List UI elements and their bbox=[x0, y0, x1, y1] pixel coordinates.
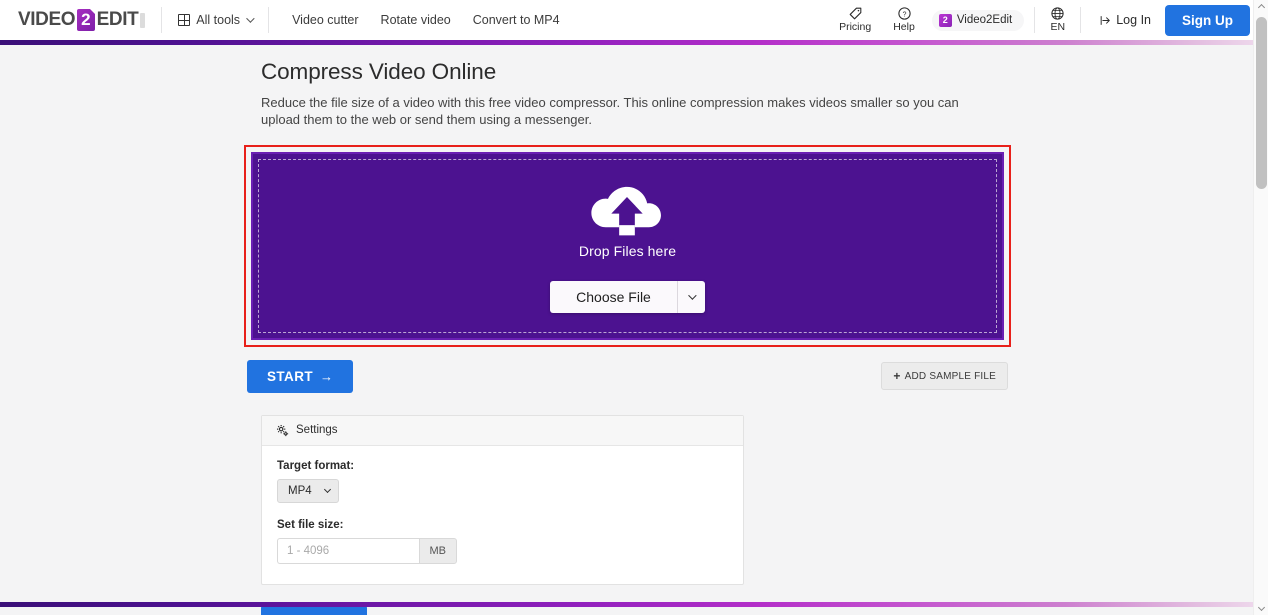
account-badge[interactable]: 2 Video2Edit bbox=[931, 9, 1025, 31]
chevron-up-icon bbox=[1257, 3, 1265, 12]
scrollbar-down-arrow[interactable] bbox=[1254, 600, 1268, 615]
add-sample-file-label: ADD SAMPLE FILE bbox=[904, 370, 996, 382]
nav-pricing[interactable]: Pricing bbox=[828, 6, 882, 34]
grid-icon bbox=[178, 14, 191, 26]
logo-tail-decoration bbox=[140, 12, 146, 28]
nav-pricing-label: Pricing bbox=[839, 21, 872, 34]
choose-file-button[interactable]: Choose File bbox=[550, 280, 677, 313]
signup-button[interactable]: Sign Up bbox=[1165, 4, 1250, 36]
site-logo[interactable]: VIDEO 2 EDIT bbox=[18, 9, 146, 31]
account-badge-icon: 2 bbox=[938, 13, 952, 27]
dropzone-annotation-highlight: Drop Files here Choose File bbox=[244, 144, 1011, 347]
top-navigation-bar: VIDEO 2 EDIT All tools Video cutter Rota… bbox=[0, 0, 1268, 40]
question-circle-icon: ? bbox=[897, 7, 911, 20]
main-content: Compress Video Online Reduce the file si… bbox=[0, 45, 1268, 615]
logo-text-edit: EDIT bbox=[96, 9, 139, 30]
target-format-select[interactable]: MP4 bbox=[277, 478, 339, 503]
account-badge-label: Video2Edit bbox=[956, 14, 1013, 26]
nav-link-convert-to-mp4[interactable]: Convert to MP4 bbox=[462, 13, 571, 27]
logo-badge-two: 2 bbox=[77, 9, 96, 31]
footer-gradient-bar bbox=[0, 602, 1268, 607]
set-file-size-label: Set file size: bbox=[277, 518, 344, 531]
settings-panel-title: Settings bbox=[296, 424, 338, 437]
add-sample-file-button[interactable]: + ADD SAMPLE FILE bbox=[881, 362, 1008, 391]
file-size-input[interactable] bbox=[277, 537, 419, 564]
start-button-top-label: START bbox=[267, 368, 313, 384]
plus-icon: + bbox=[893, 369, 901, 384]
nav-link-rotate-video[interactable]: Rotate video bbox=[370, 13, 462, 27]
gear-icon bbox=[276, 424, 289, 436]
settings-panel-header: Settings bbox=[262, 415, 743, 446]
nav-divider-left bbox=[161, 7, 163, 33]
dropzone-content: Drop Files here Choose File bbox=[550, 179, 705, 313]
settings-panel: Settings Target format: MP4 Set file siz… bbox=[261, 414, 744, 585]
choose-file-group: Choose File bbox=[550, 280, 705, 313]
nav-language-label: EN bbox=[1050, 21, 1066, 34]
vertical-scrollbar[interactable] bbox=[1253, 0, 1268, 615]
file-size-input-group: MB bbox=[277, 537, 457, 564]
chevron-down-icon bbox=[688, 290, 698, 300]
choose-file-dropdown-toggle[interactable] bbox=[676, 280, 705, 313]
login-label: Log In bbox=[1116, 13, 1151, 27]
login-link[interactable]: Log In bbox=[1085, 13, 1165, 27]
nav-divider-auth bbox=[1080, 7, 1082, 33]
start-button-top[interactable]: START → bbox=[247, 359, 354, 393]
nav-right-cluster: Pricing ? Help 2 Video2Edit EN Log In Si… bbox=[828, 0, 1268, 40]
nav-divider-tools bbox=[268, 7, 270, 33]
nav-divider-lang bbox=[1034, 7, 1036, 33]
file-size-unit-label: MB bbox=[418, 537, 457, 564]
scrollbar-up-arrow[interactable] bbox=[1254, 0, 1268, 15]
globe-icon bbox=[1051, 7, 1064, 20]
tag-icon bbox=[849, 7, 861, 20]
file-dropzone[interactable]: Drop Files here Choose File bbox=[251, 151, 1004, 340]
page-title: Compress Video Online bbox=[261, 59, 497, 84]
primary-action-row: START → + ADD SAMPLE FILE bbox=[244, 359, 1011, 393]
nav-language-selector[interactable]: EN bbox=[1039, 6, 1076, 34]
page-body: Compress Video Online Reduce the file si… bbox=[0, 45, 1268, 615]
nav-help-label: Help bbox=[893, 21, 915, 34]
arrow-right-icon: → bbox=[320, 368, 334, 384]
nav-quick-links: Video cutter Rotate video Convert to MP4 bbox=[281, 13, 571, 27]
svg-text:?: ? bbox=[902, 12, 906, 19]
chevron-down-icon bbox=[246, 14, 255, 23]
nav-link-video-cutter[interactable]: Video cutter bbox=[281, 13, 369, 27]
nav-help[interactable]: ? Help bbox=[882, 6, 926, 34]
target-format-select-wrapper: MP4 bbox=[277, 478, 339, 503]
chevron-down-icon bbox=[1257, 603, 1265, 612]
nav-all-tools-dropdown[interactable]: All tools bbox=[166, 0, 264, 40]
login-arrow-icon bbox=[1100, 15, 1111, 25]
nav-all-tools-label: All tools bbox=[196, 13, 241, 27]
page-description: Reduce the file size of a video with thi… bbox=[261, 95, 959, 128]
logo-text-video: VIDEO bbox=[18, 9, 76, 30]
scrollbar-thumb[interactable] bbox=[1256, 17, 1267, 189]
dropzone-label: Drop Files here bbox=[578, 242, 677, 259]
target-format-label: Target format: bbox=[277, 459, 355, 472]
header-gradient-bar bbox=[0, 40, 1268, 45]
settings-panel-body: Target format: MP4 Set file size: MB bbox=[262, 446, 743, 584]
cloud-upload-icon bbox=[591, 186, 662, 235]
